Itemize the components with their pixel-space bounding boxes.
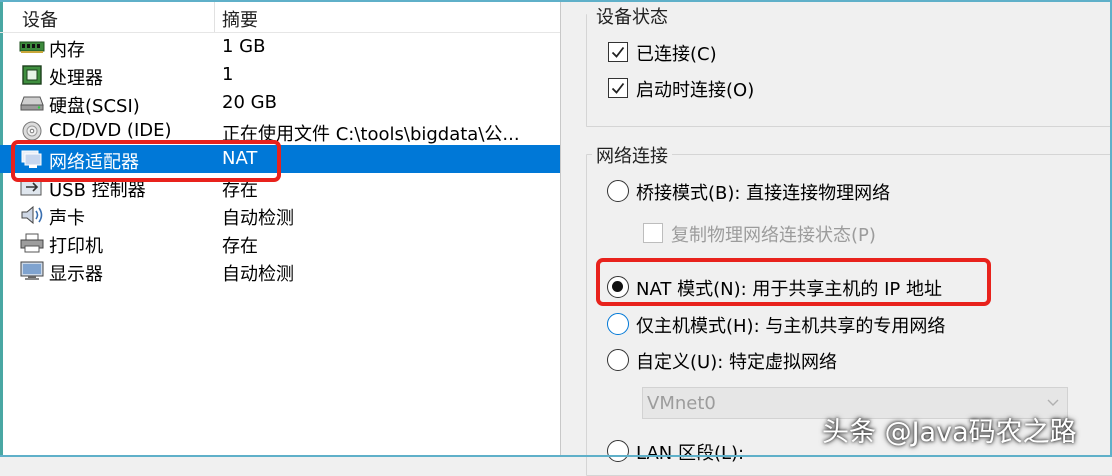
lan-segment-radio[interactable] — [607, 440, 629, 462]
device-row-display[interactable]: 显示器 自动检测 — [0, 257, 560, 285]
processor-icon — [22, 65, 42, 85]
host-only-label: 仅主机模式(H): 与主机共享的专用网络 — [636, 316, 946, 337]
device-row-processor[interactable]: 处理器 1 — [0, 61, 560, 89]
sound-card-icon — [21, 205, 43, 225]
device-name: 声卡 — [49, 208, 85, 229]
connect-at-power-on-checkbox[interactable] — [608, 78, 628, 98]
chevron-down-icon — [1047, 399, 1059, 406]
network-connection-title: 网络连接 — [592, 142, 672, 168]
check-icon — [611, 46, 625, 58]
display-icon — [20, 261, 44, 280]
custom-radio[interactable] — [607, 349, 629, 371]
device-name: 内存 — [49, 40, 85, 61]
device-name: 打印机 — [49, 236, 103, 257]
watermark-text: 头条 @Java码农之路 — [822, 417, 1077, 448]
device-summary: 20 GB — [222, 92, 277, 113]
printer-icon — [20, 233, 44, 253]
custom-label: 自定义(U): 特定虚拟网络 — [636, 352, 838, 373]
check-icon — [611, 82, 625, 94]
device-list: 设备 摘要 内存 1 GB 处理器 1 硬盘(SCSI) 20 GB CD/DV… — [0, 0, 561, 457]
bridged-radio[interactable] — [607, 180, 629, 202]
connected-label: 已连接(C) — [636, 44, 717, 65]
device-row-memory[interactable]: 内存 1 GB — [0, 33, 560, 61]
highlight-nat-mode — [596, 258, 991, 306]
device-summary: 自动检测 — [222, 208, 294, 229]
column-divider[interactable] — [214, 0, 215, 32]
replicate-state-checkbox[interactable] — [643, 223, 663, 243]
lan-segment-label: LAN 区段(L): — [636, 443, 745, 464]
highlight-network-adapter — [11, 140, 281, 182]
column-header-summary[interactable]: 摘要 — [222, 6, 258, 32]
device-row-hard-disk[interactable]: 硬盘(SCSI) 20 GB — [0, 89, 560, 117]
host-only-radio[interactable] — [607, 313, 629, 335]
hard-disk-icon — [20, 96, 44, 111]
custom-network-value: VMnet0 — [647, 393, 716, 414]
column-header-device[interactable]: 设备 — [22, 6, 58, 32]
replicate-state-label: 复制物理网络连接状态(P) — [671, 225, 876, 246]
device-status-title: 设备状态 — [592, 3, 672, 29]
device-summary: 存在 — [222, 236, 258, 257]
device-status-group — [586, 14, 1112, 127]
device-summary: 1 — [222, 64, 234, 85]
cd-dvd-icon — [22, 121, 42, 141]
connect-at-power-on-label: 启动时连接(O) — [636, 80, 755, 101]
device-row-printer[interactable]: 打印机 存在 — [0, 229, 560, 257]
device-list-header: 设备 摘要 — [0, 0, 560, 33]
device-row-sound-card[interactable]: 声卡 自动检测 — [0, 201, 560, 229]
connected-checkbox[interactable] — [608, 42, 628, 62]
device-name: CD/DVD (IDE) — [49, 120, 172, 141]
bridged-label: 桥接模式(B): 直接连接物理网络 — [636, 183, 891, 204]
memory-icon — [19, 41, 45, 53]
device-name: 硬盘(SCSI) — [49, 96, 140, 117]
device-name: 处理器 — [49, 68, 103, 89]
device-summary: 1 GB — [222, 36, 266, 57]
device-summary: 自动检测 — [222, 264, 294, 285]
device-name: 显示器 — [49, 264, 103, 285]
